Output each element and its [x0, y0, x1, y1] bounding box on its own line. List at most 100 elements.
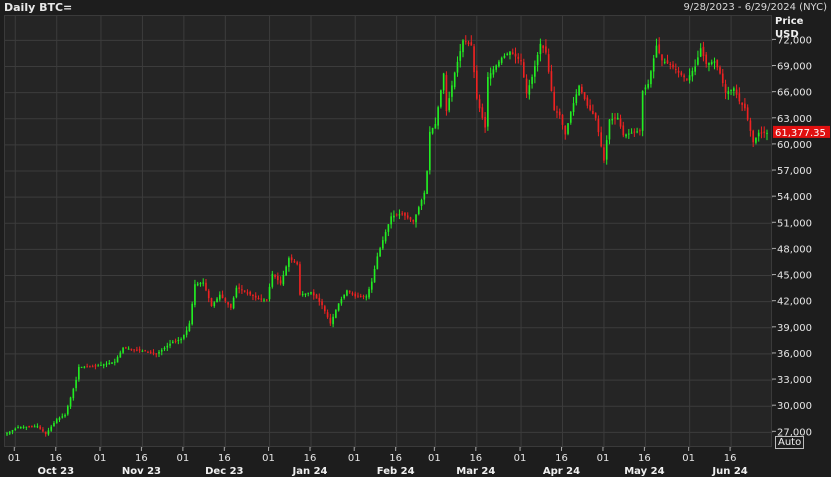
candle	[22, 425, 25, 429]
xtick-day-label: 01	[8, 453, 21, 464]
candle	[746, 104, 749, 122]
candle	[738, 87, 741, 105]
candle	[368, 286, 370, 300]
candle	[589, 99, 591, 112]
candle	[641, 90, 644, 137]
date-axis[interactable]: 01 16 01 16 01 16 01 16 01 16 01 16 01 16 01 16 01 16 Oct …	[4, 447, 772, 477]
candle	[33, 424, 36, 428]
candle	[666, 54, 669, 65]
candle	[279, 276, 282, 286]
candle	[600, 126, 603, 148]
candle	[274, 274, 276, 279]
candle	[619, 114, 622, 129]
candle	[478, 94, 481, 113]
plot-area[interactable]	[4, 15, 773, 448]
axis-title-price: Price	[775, 16, 804, 27]
candle	[180, 337, 182, 344]
candle	[312, 289, 315, 300]
candle	[205, 278, 207, 292]
candle	[702, 41, 705, 62]
xtick-month-label: May 24	[624, 466, 664, 477]
candle	[564, 125, 567, 140]
candle	[655, 38, 658, 58]
candle	[78, 364, 80, 382]
candle	[31, 425, 33, 428]
candle	[351, 291, 354, 296]
candle	[359, 293, 362, 298]
candle	[47, 427, 50, 436]
candle	[113, 358, 116, 366]
candle	[672, 61, 674, 70]
candle	[191, 301, 193, 326]
candle	[348, 290, 351, 294]
last-price-label: 61,377.35	[775, 128, 826, 139]
candle	[373, 265, 376, 283]
candle	[569, 111, 572, 125]
candle	[592, 104, 594, 115]
candle	[50, 424, 53, 432]
candle	[390, 212, 392, 229]
candle	[227, 301, 229, 308]
candle	[299, 261, 301, 296]
ytick-label: 39,000	[777, 323, 812, 334]
candle	[382, 236, 384, 251]
candle	[558, 108, 561, 119]
candle	[741, 102, 743, 112]
candle	[423, 190, 426, 205]
candle	[183, 334, 185, 341]
candle	[448, 91, 451, 113]
candle	[393, 210, 395, 222]
candle	[290, 254, 293, 263]
ytick-label: 60,000	[777, 140, 812, 151]
candle	[194, 279, 196, 308]
candle	[147, 350, 149, 353]
ytick-label: 51,000	[777, 218, 812, 229]
candle	[136, 346, 138, 352]
ytick-label: 36,000	[777, 349, 812, 360]
candle	[567, 123, 569, 136]
candle	[395, 213, 398, 217]
candle	[144, 349, 147, 352]
candle	[108, 359, 111, 365]
candle	[520, 53, 522, 66]
candle	[66, 404, 69, 416]
candle	[487, 72, 489, 131]
candle	[636, 127, 638, 134]
candle	[277, 272, 279, 285]
candle	[119, 350, 122, 358]
candle	[647, 79, 649, 90]
candle	[550, 64, 553, 92]
candle	[310, 291, 312, 296]
price-axis[interactable]: 27,000 30,000 33,000 36,000 39,000 42,000 45,0…	[772, 15, 831, 447]
candle	[260, 294, 263, 303]
candle	[362, 294, 365, 300]
auto-scale-button[interactable]: Auto	[775, 436, 805, 449]
candle	[605, 135, 608, 165]
candle	[658, 37, 661, 55]
candle	[293, 258, 296, 263]
xtick-day-label: 01	[597, 453, 610, 464]
candle	[354, 291, 357, 299]
candle	[426, 170, 428, 195]
candle	[64, 413, 66, 418]
candle	[663, 58, 666, 65]
candle	[492, 65, 495, 78]
ytick-label: 45,000	[777, 271, 812, 282]
candle	[517, 53, 520, 64]
candle	[713, 57, 716, 70]
candle	[406, 212, 409, 220]
candle	[699, 43, 702, 58]
candle	[489, 67, 492, 86]
candle	[553, 86, 556, 111]
candle	[691, 67, 694, 82]
candle	[19, 426, 22, 430]
candle	[721, 68, 724, 87]
candle	[80, 366, 83, 369]
candle	[158, 350, 160, 358]
candle	[25, 426, 28, 431]
candle	[586, 95, 589, 109]
candle	[429, 126, 431, 175]
candle	[456, 56, 459, 77]
candle	[503, 53, 506, 59]
candle	[329, 313, 332, 326]
